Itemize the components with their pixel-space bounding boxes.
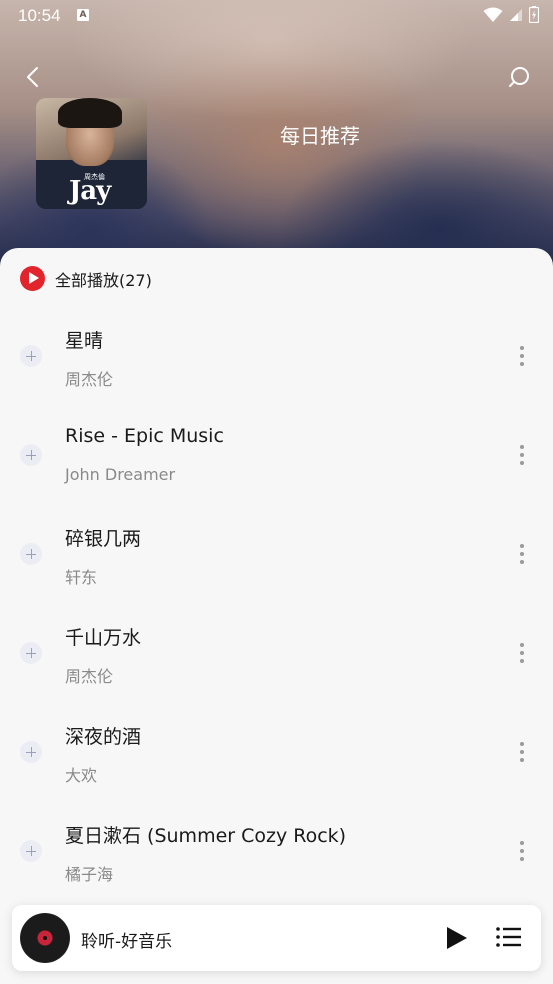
- add-icon[interactable]: [20, 840, 42, 862]
- status-time: 10:54: [18, 6, 61, 25]
- add-icon[interactable]: [20, 345, 42, 367]
- song-row[interactable]: Rise - Epic Music John Dreamer: [0, 411, 553, 510]
- song-row[interactable]: 星晴 周杰伦: [0, 312, 553, 411]
- cover-text: Jay: [69, 176, 111, 206]
- search-icon: [509, 67, 529, 87]
- more-options-icon[interactable]: [512, 740, 532, 764]
- notification-icon: A: [77, 9, 89, 21]
- mini-player-title: 聆听-好音乐: [81, 932, 173, 952]
- page-title: 每日推荐: [280, 124, 360, 148]
- song-artist: 大欢: [65, 766, 98, 785]
- chevron-left-icon: [27, 67, 38, 87]
- play-all-label: 全部播放(27): [55, 270, 152, 290]
- song-artist: 周杰伦: [65, 370, 114, 389]
- playlist-icon: [496, 927, 521, 947]
- play-button[interactable]: [442, 924, 470, 952]
- song-artist: John Dreamer: [65, 465, 176, 484]
- cover-hair: [58, 98, 122, 128]
- play-all-button[interactable]: 全部播放(27): [20, 266, 152, 291]
- song-title: Rise - Epic Music: [65, 425, 224, 447]
- song-title: 深夜的酒: [65, 726, 142, 748]
- add-icon[interactable]: [20, 543, 42, 565]
- search-button[interactable]: [505, 63, 533, 91]
- header-background: 10:54 A 周杰倫 Jay 每日推荐: [0, 0, 553, 270]
- song-row[interactable]: 千山万水 周杰伦: [0, 609, 553, 708]
- wifi-icon: [483, 7, 503, 22]
- back-button[interactable]: [20, 63, 48, 91]
- song-row[interactable]: 深夜的酒 大欢: [0, 708, 553, 807]
- mini-player[interactable]: 聆听-好音乐: [12, 905, 541, 971]
- play-circle-icon: [20, 266, 45, 291]
- status-icons: [483, 6, 539, 23]
- song-artist: 周杰伦: [65, 667, 114, 686]
- add-icon[interactable]: [20, 642, 42, 664]
- add-icon[interactable]: [20, 741, 42, 763]
- more-options-icon[interactable]: [512, 542, 532, 566]
- play-icon: [447, 927, 467, 949]
- song-title: 星晴: [65, 330, 104, 352]
- song-title: 夏日漱石 (Summer Cozy Rock): [65, 825, 347, 847]
- add-icon[interactable]: [20, 444, 42, 466]
- more-options-icon[interactable]: [512, 641, 532, 665]
- album-cover[interactable]: 周杰倫 Jay: [36, 98, 147, 209]
- vinyl-disc-icon[interactable]: [20, 913, 70, 963]
- more-options-icon[interactable]: [512, 443, 532, 467]
- more-options-icon[interactable]: [512, 839, 532, 863]
- playlist-button[interactable]: [495, 924, 523, 952]
- song-row[interactable]: 夏日漱石 (Summer Cozy Rock) 橘子海: [0, 807, 553, 906]
- song-list: 星晴 周杰伦 Rise - Epic Music John Dreamer 碎银…: [0, 312, 553, 906]
- song-row[interactable]: 碎银几两 轩东: [0, 510, 553, 609]
- more-options-icon[interactable]: [512, 344, 532, 368]
- battery-icon: [529, 6, 539, 23]
- song-artist: 轩东: [65, 568, 98, 587]
- signal-icon: [510, 8, 522, 21]
- song-artist: 橘子海: [65, 865, 114, 884]
- song-title: 碎银几两: [65, 528, 142, 550]
- song-list-panel: 全部播放(27) 星晴 周杰伦 Rise - Epic Music John D…: [0, 248, 553, 984]
- status-bar: 10:54 A: [0, 0, 553, 32]
- song-title: 千山万水: [65, 627, 142, 649]
